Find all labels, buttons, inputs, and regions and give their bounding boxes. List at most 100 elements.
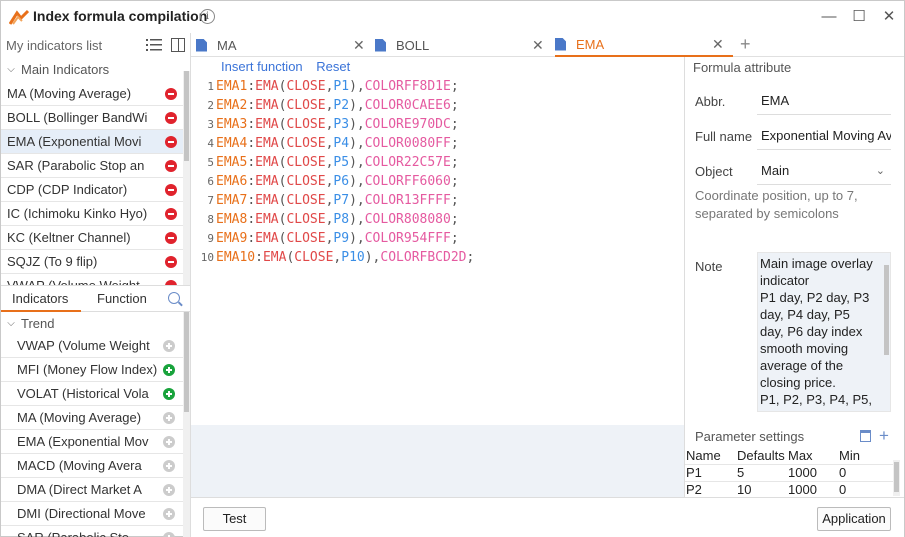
add-icon[interactable] bbox=[163, 412, 175, 424]
table-cell[interactable]: 10 bbox=[736, 481, 787, 499]
tab-ma[interactable]: MA ✕ bbox=[196, 33, 374, 57]
scrollbar-thumb[interactable] bbox=[184, 312, 189, 412]
reset-link[interactable]: Reset bbox=[316, 59, 350, 74]
list-item[interactable]: BOLL (Bollinger BandWi bbox=[1, 106, 183, 130]
application-button[interactable]: Application bbox=[817, 507, 891, 531]
tab-ema[interactable]: EMA ✕ bbox=[555, 33, 733, 57]
indicator-label: BOLL (Bollinger BandWi bbox=[7, 110, 148, 125]
add-icon[interactable] bbox=[163, 388, 175, 400]
table-cell[interactable]: 0 bbox=[838, 464, 893, 482]
add-icon[interactable] bbox=[163, 340, 175, 352]
add-icon[interactable] bbox=[163, 460, 175, 472]
title-bar: Index formula compilation i — ☐ ✕ bbox=[1, 1, 904, 33]
list-item[interactable]: EMA (Exponential Movi bbox=[1, 130, 183, 154]
collapse-panel-icon[interactable] bbox=[171, 38, 185, 52]
add-tab-icon[interactable]: + bbox=[740, 34, 751, 55]
table-cell[interactable]: 0 bbox=[838, 481, 893, 499]
list-item[interactable]: DMI (Directional Move bbox=[1, 502, 183, 526]
color-value: COLOR954FFF bbox=[364, 231, 451, 246]
punct: ; bbox=[450, 98, 459, 113]
chevron-down-icon: ⌵ bbox=[7, 317, 15, 329]
coordinate-hint: Coordinate position, up to 7, separated … bbox=[695, 188, 858, 221]
table-cell[interactable]: 1000 bbox=[787, 481, 838, 499]
close-tab-icon[interactable]: ✕ bbox=[532, 37, 544, 54]
tab-indicators[interactable]: Indicators bbox=[12, 291, 68, 306]
remove-icon[interactable] bbox=[165, 112, 177, 124]
code-editor[interactable]: Insert function Reset 1 EMA1: EMA(CLOSE, P1… bbox=[191, 57, 684, 425]
list-item[interactable]: MA (Moving Average) bbox=[1, 82, 183, 106]
remove-icon[interactable] bbox=[165, 136, 177, 148]
line-number: 2 bbox=[207, 99, 214, 112]
trash-icon[interactable] bbox=[860, 430, 871, 442]
line-number: 1 bbox=[207, 80, 214, 93]
table-header-row: Name Defaults Max Min bbox=[685, 447, 893, 465]
insert-function-link[interactable]: Insert function bbox=[221, 59, 303, 74]
tab-boll[interactable]: BOLL ✕ bbox=[375, 33, 553, 57]
punct: : bbox=[247, 212, 256, 227]
tab-function[interactable]: Function bbox=[97, 291, 147, 306]
list-item[interactable]: DMA (Direct Market A bbox=[1, 478, 183, 502]
add-icon[interactable] bbox=[163, 532, 175, 537]
add-parameter-icon[interactable]: + bbox=[879, 426, 889, 446]
list-item[interactable]: MA (Moving Average) bbox=[1, 406, 183, 430]
list-item[interactable]: MFI (Money Flow Index) bbox=[1, 358, 183, 382]
group-main-indicators[interactable]: ⌵ Main Indicators bbox=[1, 58, 183, 80]
remove-icon[interactable] bbox=[165, 256, 177, 268]
table-row[interactable]: P1 5 1000 0 bbox=[685, 464, 893, 482]
list-item[interactable]: KC (Keltner Channel) bbox=[1, 226, 183, 250]
list-item[interactable]: IC (Ichimoku Kinko Hyo) bbox=[1, 202, 183, 226]
add-icon[interactable] bbox=[163, 484, 175, 496]
punct: ), bbox=[349, 117, 365, 132]
scrollbar-thumb[interactable] bbox=[184, 71, 189, 161]
minimize-button[interactable]: — bbox=[819, 7, 839, 27]
remove-icon[interactable] bbox=[165, 208, 177, 220]
add-icon[interactable] bbox=[163, 508, 175, 520]
list-item[interactable]: EMA (Exponential Mov bbox=[1, 430, 183, 454]
list-item[interactable]: SAR (Parabolic Stop an bbox=[1, 154, 183, 178]
list-item[interactable]: SAR (Parabolic Sto bbox=[1, 526, 183, 537]
list-item[interactable]: SQJZ (To 9 flip) bbox=[1, 250, 183, 274]
note-scrollbar[interactable] bbox=[883, 265, 890, 365]
add-icon[interactable] bbox=[163, 436, 175, 448]
function-list-scrollbar[interactable] bbox=[183, 312, 190, 537]
close-tab-icon[interactable]: ✕ bbox=[712, 36, 724, 53]
list-item[interactable]: VWAP (Volume Weight bbox=[1, 334, 183, 358]
code-line: 8 EMA8: EMA(CLOSE, P8), COLOR808080; bbox=[191, 210, 684, 229]
table-cell[interactable]: P1 bbox=[685, 464, 736, 482]
full-name-field[interactable]: Exponential Moving Average bbox=[757, 122, 891, 150]
test-button[interactable]: Test bbox=[203, 507, 266, 531]
formula-tab-bar: MA ✕ BOLL ✕ EMA ✕ + bbox=[191, 33, 904, 57]
note-textarea[interactable]: Main image overlay indicator P1 day, P2 d… bbox=[757, 252, 891, 412]
list-item[interactable]: CDP (CDP Indicator) bbox=[1, 178, 183, 202]
list-view-icon[interactable] bbox=[146, 38, 162, 52]
search-icon[interactable] bbox=[168, 292, 180, 304]
object-select[interactable]: Main ⌄ bbox=[757, 157, 891, 185]
remove-icon[interactable] bbox=[165, 232, 177, 244]
remove-icon[interactable] bbox=[165, 88, 177, 100]
close-tab-icon[interactable]: ✕ bbox=[353, 37, 365, 54]
chevron-down-icon: ⌄ bbox=[875, 165, 885, 177]
param-name: P6 bbox=[333, 174, 350, 189]
trend-function-list: VWAP (Volume Weight MFI (Money Flow Index… bbox=[1, 334, 183, 537]
maximize-button[interactable]: ☐ bbox=[849, 7, 869, 27]
remove-icon[interactable] bbox=[165, 160, 177, 172]
add-icon[interactable] bbox=[163, 364, 175, 376]
abbr-field[interactable]: EMA bbox=[757, 87, 891, 115]
table-cell[interactable]: P2 bbox=[685, 481, 736, 499]
table-row[interactable]: P2 10 1000 0 bbox=[685, 481, 893, 499]
color-value: COLORFF8D1E bbox=[364, 79, 451, 94]
list-item[interactable]: VOLAT (Historical Vola bbox=[1, 382, 183, 406]
color-value: COLORFBCD2D bbox=[380, 250, 467, 265]
group-trend[interactable]: ⌵ Trend bbox=[1, 312, 183, 334]
remove-icon[interactable] bbox=[165, 184, 177, 196]
list-item[interactable]: MACD (Moving Avera bbox=[1, 454, 183, 478]
indicator-list-scrollbar[interactable] bbox=[183, 71, 190, 285]
close-button[interactable]: ✕ bbox=[879, 7, 899, 27]
info-icon[interactable]: i bbox=[200, 9, 215, 24]
table-cell[interactable]: 5 bbox=[736, 464, 787, 482]
table-cell[interactable]: 1000 bbox=[787, 464, 838, 482]
variable-name: EMA8 bbox=[216, 212, 248, 227]
scrollbar-thumb[interactable] bbox=[894, 462, 899, 492]
scrollbar-thumb[interactable] bbox=[884, 265, 889, 355]
parameter-scrollbar[interactable] bbox=[893, 460, 900, 496]
